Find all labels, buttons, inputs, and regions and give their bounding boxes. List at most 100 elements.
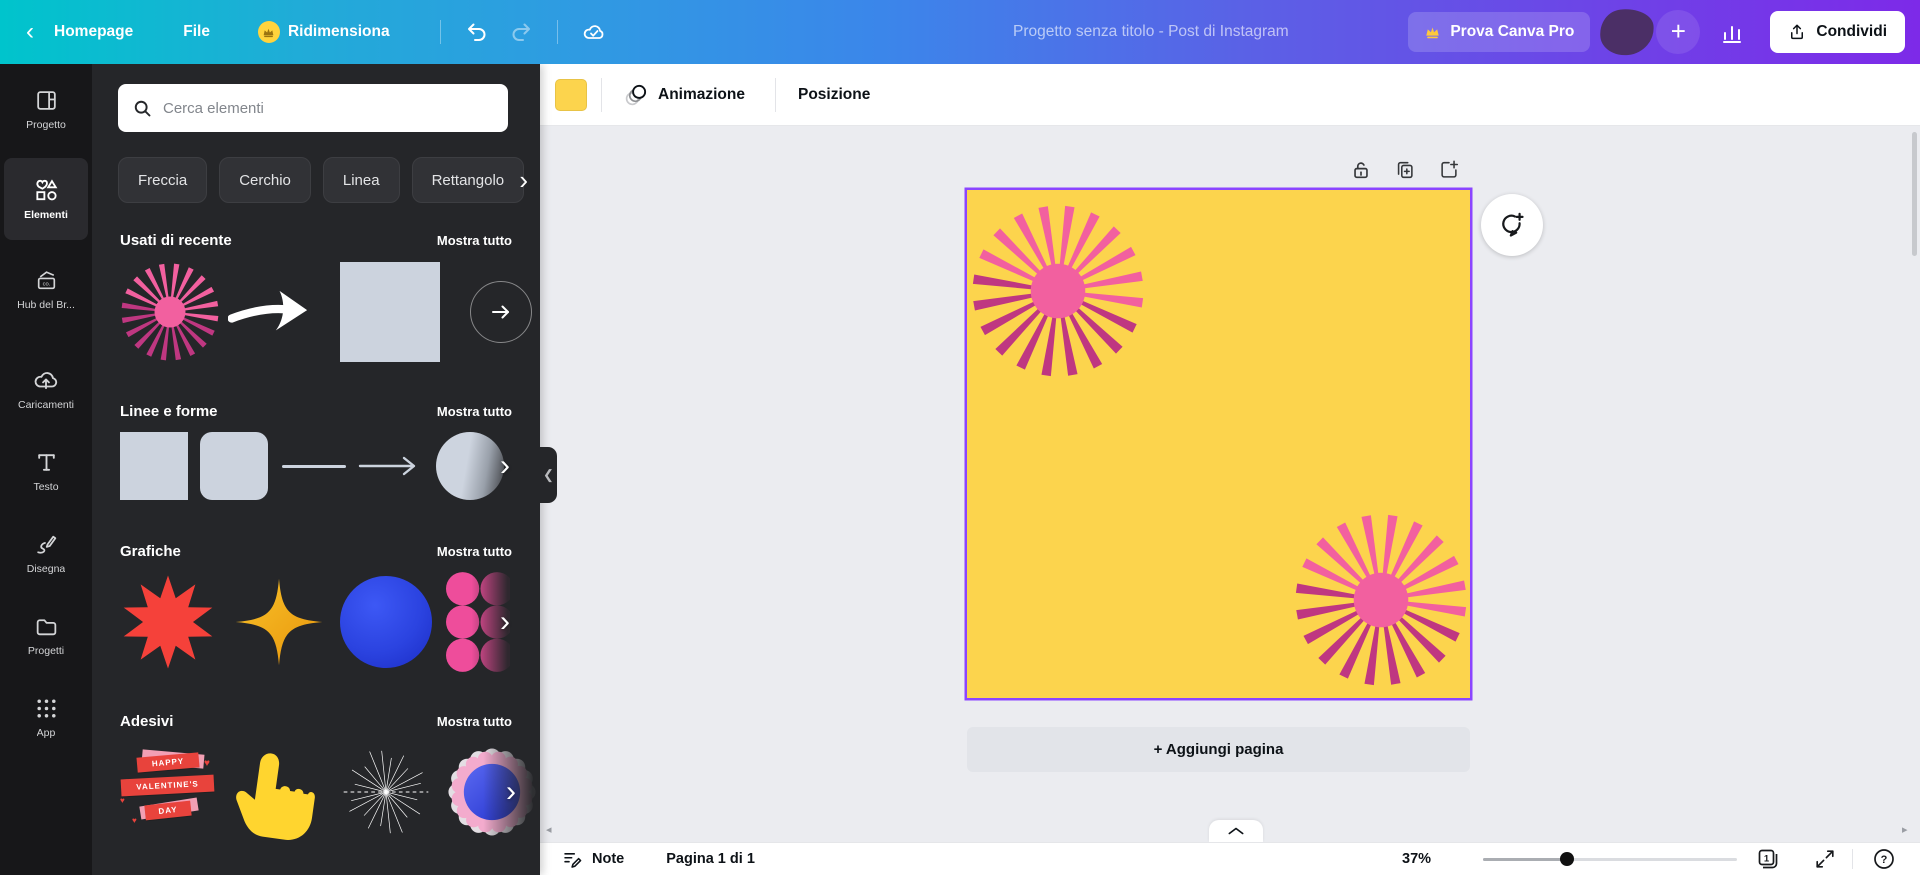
section-title: Adesivi — [120, 713, 174, 730]
resize-menu[interactable]: Ridimensiona — [257, 21, 390, 43]
animate-button[interactable]: Animazione — [616, 82, 753, 107]
chip-rectangle[interactable]: Rettangolo — [411, 157, 525, 203]
scroll-right-button[interactable] — [470, 280, 532, 343]
zoom-slider-knob[interactable] — [1559, 852, 1574, 866]
panel-collapse-tab[interactable]: ❮ — [540, 447, 557, 503]
sidebar-item-apps[interactable]: App — [4, 684, 88, 750]
try-pro-button[interactable]: Prova Canva Pro — [1408, 12, 1591, 52]
share-label: Condividi — [1816, 23, 1887, 40]
share-button[interactable]: Condividi — [1770, 11, 1905, 53]
thumb-arrow-line[interactable] — [356, 432, 424, 500]
starburst-element-top-left[interactable] — [970, 203, 1146, 379]
cloud-saved-icon — [583, 25, 603, 39]
svg-text:co.: co. — [42, 281, 50, 287]
animate-label: Animazione — [658, 85, 745, 103]
bottom-collapse-tab[interactable] — [1209, 820, 1263, 842]
chip-line[interactable]: Linea — [322, 157, 400, 203]
design-page[interactable] — [967, 190, 1470, 698]
thumb-circle-shape[interactable] — [436, 432, 504, 500]
sidebar-item-projects[interactable]: Progetti — [4, 602, 88, 668]
section-graphics: Grafiche Mostra tutto › — [120, 543, 514, 672]
scroll-left-arrow-icon[interactable]: ◂ — [546, 823, 552, 836]
thumb-hand-sticker[interactable] — [232, 742, 324, 842]
thumb-square[interactable] — [340, 261, 440, 362]
sidebar-item-uploads[interactable]: Caricamenti — [4, 356, 88, 422]
page-indicator[interactable]: Pagina 1 di 1 — [666, 851, 755, 867]
sidebar-item-brand-hub[interactable]: co. Hub del Br... — [4, 256, 88, 322]
show-all-link[interactable]: Mostra tutto — [437, 233, 512, 248]
show-all-link[interactable]: Mostra tutto — [437, 404, 512, 419]
notes-button[interactable]: Note — [562, 849, 624, 870]
draw-pen-icon — [36, 535, 56, 554]
chevron-up-icon — [1228, 827, 1244, 835]
position-button[interactable]: Posizione — [790, 86, 878, 104]
search-input[interactable] — [163, 99, 494, 117]
thumb-square-shape[interactable] — [120, 432, 188, 500]
back-icon[interactable]: ‹ — [26, 20, 34, 44]
sidebar-item-elements[interactable]: Elementi — [4, 158, 88, 240]
thumb-line[interactable] — [282, 464, 346, 468]
thumb-scallop-sticker[interactable] — [448, 744, 536, 840]
fill-color-swatch[interactable] — [555, 78, 587, 111]
divider — [439, 20, 441, 44]
homepage-link[interactable]: Homepage — [54, 23, 133, 41]
help-icon[interactable]: ? — [1872, 847, 1896, 871]
elements-panel: Freccia Cerchio Linea Rettangolo › Usati… — [92, 64, 540, 875]
thumb-gold-sparkle[interactable] — [232, 573, 326, 671]
row-scroll-right-icon[interactable]: › — [500, 605, 510, 639]
canvas-area: Animazione Posizione + Aggiungi pagina ◂… — [540, 64, 1920, 875]
design-title[interactable]: Progetto senza titolo - Post di Instagra… — [1013, 0, 1289, 64]
thumb-valentine-sticker[interactable]: HAPPY VALENTINE'S DAY ♥ ♥ ♥ ♥ — [120, 746, 216, 838]
thumb-rounded-square-shape[interactable] — [200, 432, 268, 500]
add-page-button[interactable]: + Aggiungi pagina — [967, 727, 1470, 772]
chip-arrow[interactable]: Freccia — [118, 157, 208, 203]
search-box[interactable] — [118, 84, 508, 132]
divider — [1852, 849, 1853, 869]
folder-icon — [36, 618, 56, 635]
lock-icon[interactable] — [1350, 159, 1372, 181]
row-scroll-right-icon[interactable]: › — [506, 775, 516, 809]
arrow-right-icon — [492, 305, 509, 318]
thumb-blue-circle[interactable] — [340, 576, 432, 668]
zoom-slider[interactable] — [1483, 852, 1737, 866]
row-scroll-right-icon[interactable]: › — [500, 449, 510, 483]
sidebar-item-design[interactable]: Progetto — [4, 76, 88, 142]
svg-text:1: 1 — [1764, 854, 1770, 865]
divider — [774, 77, 776, 112]
show-all-link[interactable]: Mostra tutto — [437, 714, 512, 729]
starburst-element-bottom-right[interactable] — [1293, 512, 1469, 688]
thumb-starburst[interactable] — [120, 262, 220, 362]
chip-circle[interactable]: Cerchio — [219, 157, 311, 203]
undo-icon[interactable] — [465, 20, 489, 44]
animate-icon — [625, 84, 647, 106]
section-title: Linee e forme — [120, 403, 218, 420]
position-label: Posizione — [797, 85, 871, 103]
redo-icon[interactable] — [509, 20, 533, 44]
file-menu[interactable]: File — [183, 23, 210, 41]
vertical-scrollbar[interactable] — [1912, 132, 1917, 256]
text-icon — [37, 453, 55, 471]
upload-icon — [1791, 24, 1804, 40]
comment-plus-icon — [1502, 212, 1524, 237]
show-all-link[interactable]: Mostra tutto — [437, 544, 512, 559]
sidebar-item-draw[interactable]: Disegna — [4, 520, 88, 586]
scroll-right-arrow-icon[interactable]: ▸ — [1902, 823, 1908, 836]
shapes-icon — [36, 179, 58, 201]
thumb-drawn-arrow[interactable] — [227, 262, 320, 362]
avatar[interactable] — [1598, 6, 1657, 58]
fullscreen-icon[interactable] — [1814, 848, 1836, 870]
sidebar-item-text[interactable]: Testo — [4, 438, 88, 504]
insights-chart-icon[interactable] — [1720, 20, 1744, 44]
page-grid-view-icon[interactable]: 1 — [1756, 847, 1780, 871]
thumb-lineburst-sticker[interactable] — [340, 744, 432, 840]
add-comment-button[interactable] — [1481, 194, 1543, 256]
search-icon — [134, 100, 151, 116]
thumb-red-starburst[interactable] — [120, 573, 216, 671]
create-new-button[interactable]: + — [1656, 10, 1701, 54]
resize-label: Ridimensiona — [287, 23, 390, 40]
duplicate-page-icon[interactable] — [1394, 159, 1416, 181]
chips-scroll-right-icon[interactable]: › — [519, 165, 528, 196]
section-stickers: Adesivi Mostra tutto HAPPY VALENTINE'S D… — [120, 713, 540, 842]
add-page-icon[interactable] — [1438, 159, 1460, 181]
workspace: + Aggiungi pagina ◂ ▸ — [540, 126, 1920, 842]
